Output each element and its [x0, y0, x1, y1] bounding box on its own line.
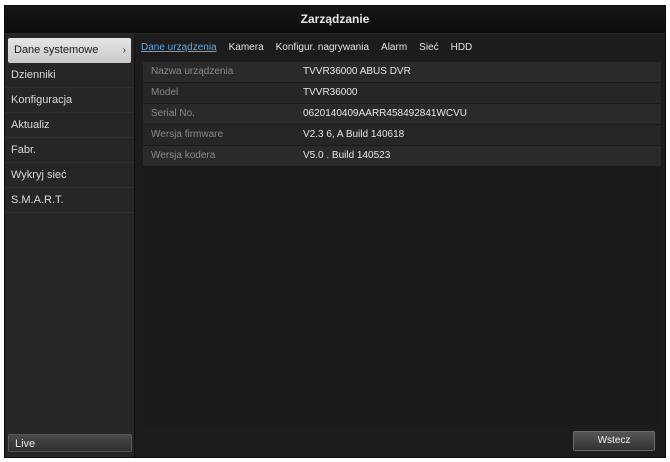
serial-value: 0620140409AARR458492841WCVU — [303, 108, 468, 119]
sidebar-item-configuration[interactable]: Konfiguracja — [5, 88, 134, 113]
tab-hdd[interactable]: HDD — [451, 42, 473, 58]
firmware-row: Wersja firmware V2.3 6, A Build 140618 — [143, 125, 661, 146]
chevron-right-icon: › — [122, 45, 126, 56]
tab-recording-config[interactable]: Konfigur. nagrywania — [276, 42, 369, 58]
sidebar-item-label: Dane systemowe — [14, 44, 99, 56]
tab-bar: Dane urządzenia Kamera Konfigur. nagrywa… — [141, 42, 472, 58]
sidebar: Dane systemowe › Dzienniki Konfiguracja … — [5, 34, 135, 457]
sidebar-item-label: S.M.A.R.T. — [11, 194, 64, 206]
model-row: Model TVVR36000 — [143, 83, 661, 104]
sidebar-item-label: Wykryj sieć — [11, 169, 67, 181]
sidebar-item-logs[interactable]: Dzienniki — [5, 63, 134, 88]
sidebar-item-network-detect[interactable]: Wykryj sieć — [5, 163, 134, 188]
device-name-row: Nazwa urządzenia TVVR36000 ABUS DVR — [143, 62, 661, 83]
device-name-label: Nazwa urządzenia — [151, 66, 234, 77]
model-value: TVVR36000 — [303, 87, 358, 98]
window-title: Zarządzanie — [5, 6, 665, 34]
encoder-label: Wersja kodera — [151, 150, 216, 161]
tab-camera[interactable]: Kamera — [229, 42, 264, 58]
serial-label: Serial No. — [151, 108, 195, 119]
model-label: Model — [151, 87, 179, 98]
sidebar-item-update[interactable]: Aktualiz — [5, 113, 134, 138]
device-name-value: TVVR36000 ABUS DVR — [303, 66, 411, 77]
sidebar-item-smart[interactable]: S.M.A.R.T. — [5, 188, 134, 213]
serial-row: Serial No. 0620140409AARR458492841WCVU — [143, 104, 661, 125]
tab-network[interactable]: Sieć — [419, 42, 438, 58]
tab-device-info[interactable]: Dane urządzenia — [141, 42, 217, 58]
sidebar-item-system-info[interactable]: Dane systemowe › — [8, 38, 131, 63]
device-info-panel: Nazwa urządzenia TVVR36000 ABUS DVR Mode… — [143, 62, 661, 426]
live-view-button[interactable]: Live — [8, 434, 132, 452]
tab-alarm[interactable]: Alarm — [381, 42, 407, 58]
encoder-row: Wersja kodera V5.0 . Build 140523 — [143, 146, 661, 167]
back-button[interactable]: Wstecz — [573, 431, 655, 451]
sidebar-item-label: Dzienniki — [11, 69, 56, 81]
firmware-value: V2.3 6, A Build 140618 — [303, 129, 405, 140]
sidebar-item-label: Fabr. — [11, 144, 37, 156]
management-window: Zarządzanie Dane systemowe › Dzienniki K… — [4, 5, 666, 458]
sidebar-item-label: Aktualiz — [11, 119, 50, 131]
encoder-value: V5.0 . Build 140523 — [303, 150, 391, 161]
firmware-label: Wersja firmware — [151, 129, 224, 140]
sidebar-item-label: Konfiguracja — [11, 94, 73, 106]
sidebar-item-factory[interactable]: Fabr. — [5, 138, 134, 163]
